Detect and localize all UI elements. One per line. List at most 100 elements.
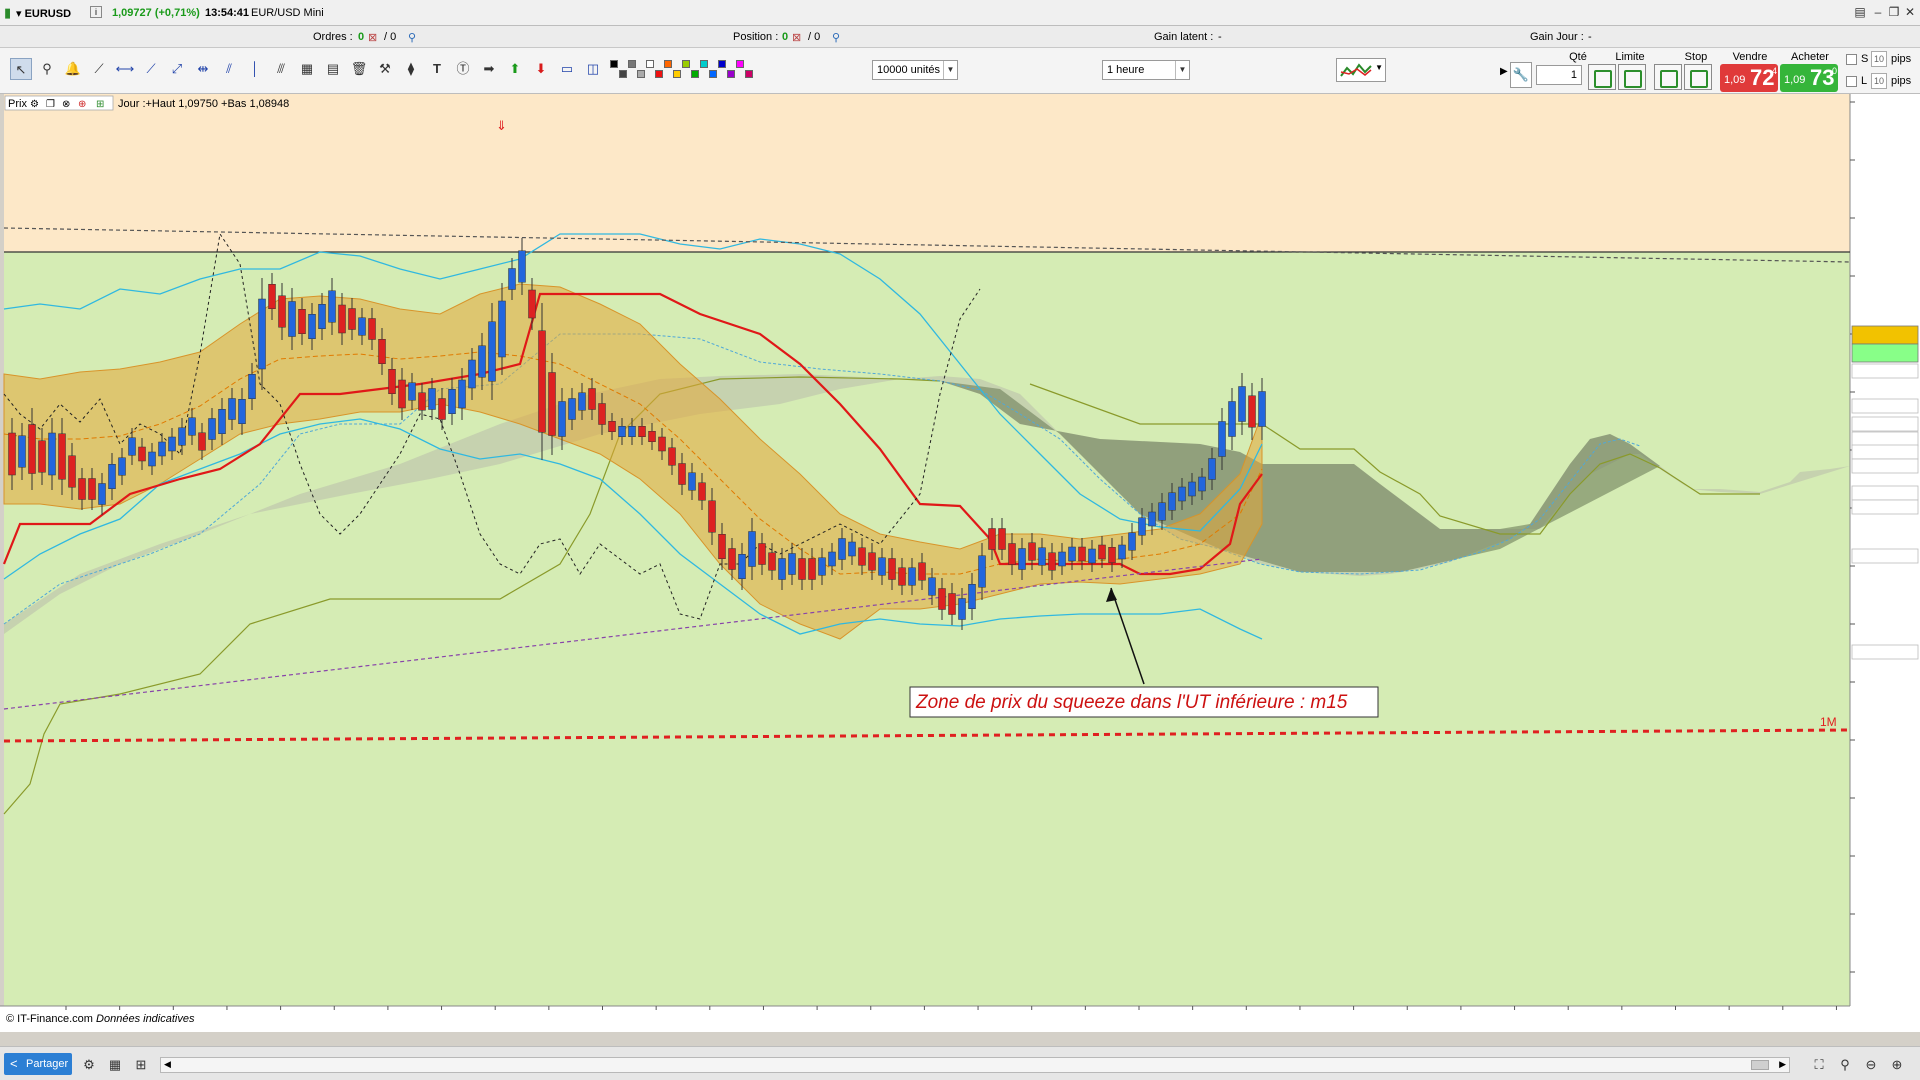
units-select[interactable]: 10000 unités ▼ xyxy=(872,60,958,80)
settings-button[interactable]: 🔧 xyxy=(1510,62,1532,88)
buy-arrow-icon[interactable]: ⬆ xyxy=(504,58,526,80)
color-swatch[interactable] xyxy=(727,70,735,78)
sell-marker-icon[interactable]: ⇓ xyxy=(496,118,507,133)
x-axis-bg xyxy=(0,1006,1920,1032)
candle-body xyxy=(598,403,606,425)
color-swatch[interactable] xyxy=(646,60,654,68)
share-button[interactable]: < Partager xyxy=(4,1053,72,1075)
color-swatch[interactable] xyxy=(664,60,672,68)
stop-sell-button[interactable] xyxy=(1684,64,1712,90)
candle-body xyxy=(708,500,716,533)
tools-icon[interactable]: ⚙ xyxy=(80,1056,98,1074)
zoom-in-icon[interactable]: ⊕ xyxy=(1888,1056,1906,1074)
scroll-right-icon[interactable]: ▶ xyxy=(1779,1059,1786,1070)
restore-icon[interactable]: ❐ xyxy=(1886,4,1902,20)
qty-input[interactable]: 1 xyxy=(1536,65,1582,85)
candle-body xyxy=(1048,552,1056,571)
candle-body xyxy=(408,382,416,401)
horizontal-scrollbar[interactable]: ◀ ▶ xyxy=(160,1057,1790,1073)
color-swatch[interactable] xyxy=(709,70,717,78)
chevron-down-icon[interactable]: ▼ xyxy=(943,61,957,79)
vline-icon[interactable]: │ xyxy=(244,58,266,80)
color-swatch[interactable] xyxy=(691,70,699,78)
chevron-down-icon[interactable]: ▼ xyxy=(1175,61,1189,79)
grid-icon[interactable]: ▤ xyxy=(322,58,344,80)
orders-link-icon[interactable]: ⚲ xyxy=(408,31,416,44)
color-swatch[interactable] xyxy=(610,60,618,68)
limit-buy-button[interactable] xyxy=(1588,64,1616,90)
arrow-icon[interactable]: ➡ xyxy=(478,58,500,80)
stop-buy-button[interactable] xyxy=(1654,64,1682,90)
color-swatch[interactable] xyxy=(745,70,753,78)
color-swatch[interactable] xyxy=(637,70,645,78)
fan-icon[interactable]: ⫻ xyxy=(270,58,292,80)
candle-body xyxy=(798,558,806,580)
box-icon[interactable]: ◫ xyxy=(582,58,604,80)
fibonacci-icon[interactable]: ▦ xyxy=(296,58,318,80)
position-close-icon[interactable]: ⊠ xyxy=(792,31,801,44)
price-chart[interactable]: 1M ⇓ Zone de prix du squeeze dans l'UT i… xyxy=(0,94,1920,1032)
fit-screen-icon[interactable]: ⛶ xyxy=(1810,1056,1828,1074)
candle-body xyxy=(28,424,36,474)
candle-body xyxy=(1208,458,1216,480)
panel-close-icon[interactable]: ⊗ xyxy=(62,99,70,110)
ruler-icon[interactable]: ⟋ xyxy=(88,58,110,80)
channel-icon[interactable]: ⫽ xyxy=(218,58,240,80)
cursor-icon[interactable]: ↖ xyxy=(10,58,32,80)
alert-icon[interactable]: 🔔 xyxy=(62,58,84,80)
buy-button[interactable]: 1,09 73 0 xyxy=(1780,64,1838,92)
candle-body xyxy=(488,321,496,382)
stop-checkbox[interactable] xyxy=(1846,54,1857,65)
layout-icon[interactable]: ▤ xyxy=(1852,4,1868,20)
stop-pips-input[interactable]: 10 xyxy=(1871,51,1887,67)
sell-arrow-icon[interactable]: ⬇ xyxy=(530,58,552,80)
grid-view-icon[interactable]: ⊞ xyxy=(132,1056,150,1074)
scroll-left-icon[interactable]: ◀ xyxy=(164,1059,171,1070)
rectangle-icon[interactable]: ▭ xyxy=(556,58,578,80)
zoom-icon[interactable]: ⚲ xyxy=(36,58,58,80)
trash-icon[interactable]: 🗑 xyxy=(348,58,370,80)
text-icon[interactable]: T xyxy=(426,58,448,80)
indicators-button[interactable]: ▼ xyxy=(1336,58,1386,82)
sell-button[interactable]: 1,09 72 4 xyxy=(1720,64,1778,92)
panel-settings-icon[interactable]: ⚙ xyxy=(30,99,39,110)
info-icon[interactable]: i xyxy=(90,6,102,18)
symbol-dropdown[interactable]: ▾ EURUSD xyxy=(16,7,71,20)
color-swatch[interactable] xyxy=(619,70,627,78)
color-swatch[interactable] xyxy=(682,60,690,68)
tag-icon[interactable]: Ⓣ xyxy=(452,58,474,80)
segment-icon[interactable]: ⇹ xyxy=(192,58,214,80)
zoom-area-icon[interactable]: ⚲ xyxy=(1836,1056,1854,1074)
color-swatch[interactable] xyxy=(700,60,708,68)
panel-add-icon[interactable]: ⊕ xyxy=(78,99,86,110)
stop-pips-value: 10 xyxy=(1873,54,1884,64)
orders-close-icon[interactable]: ⊠ xyxy=(368,31,377,44)
chart-type-icon[interactable]: ▮ xyxy=(4,5,11,21)
chevron-down-icon[interactable]: ▼ xyxy=(1375,63,1383,72)
panel-move-icon[interactable]: ⊞ xyxy=(96,99,104,110)
ray-icon[interactable]: ⤢ xyxy=(166,58,188,80)
color-swatch[interactable] xyxy=(718,60,726,68)
color-swatch[interactable] xyxy=(655,70,663,78)
zoom-out-icon[interactable]: ⊖ xyxy=(1862,1056,1880,1074)
gann-icon[interactable]: ⧫ xyxy=(400,58,422,80)
scrollbar-thumb[interactable] xyxy=(1751,1060,1769,1070)
collapse-panel-icon[interactable]: ▶ xyxy=(1500,66,1508,77)
color-swatch[interactable] xyxy=(628,60,636,68)
position-link-icon[interactable]: ⚲ xyxy=(832,31,840,44)
limit-checkbox[interactable] xyxy=(1846,76,1857,87)
magnet-icon[interactable]: ⚒ xyxy=(374,58,396,80)
color-swatch[interactable] xyxy=(673,70,681,78)
hline-icon[interactable]: ⟷ xyxy=(114,58,136,80)
panel-window-icon[interactable]: ❐ xyxy=(46,99,55,110)
color-swatch[interactable] xyxy=(736,60,744,68)
minimize-icon[interactable]: – xyxy=(1870,4,1886,20)
timeframe-select[interactable]: 1 heure ▼ xyxy=(1102,60,1190,80)
calculator-icon[interactable]: ▦ xyxy=(106,1056,124,1074)
candle-body xyxy=(1218,421,1226,457)
trendline-icon[interactable]: ⟋ xyxy=(140,58,162,80)
close-icon[interactable]: ✕ xyxy=(1902,4,1918,20)
limit-pips-input[interactable]: 10 xyxy=(1871,73,1887,89)
limit-sell-button[interactable] xyxy=(1618,64,1646,90)
color-palette[interactable] xyxy=(610,58,766,82)
